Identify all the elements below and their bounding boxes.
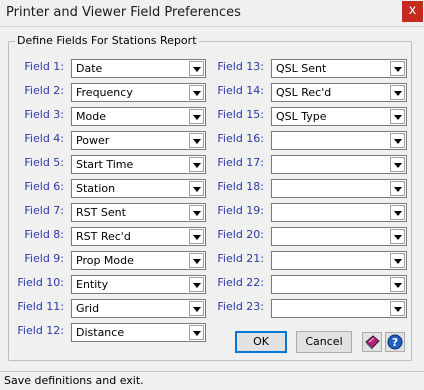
field-9-label: Field 9: <box>24 252 64 265</box>
chevron-down-icon[interactable] <box>189 109 204 124</box>
chevron-down-icon[interactable] <box>390 229 405 244</box>
field-5-label: Field 5: <box>24 156 64 169</box>
field-9-value: Prop Mode <box>76 254 134 267</box>
field-23-select[interactable] <box>271 299 407 318</box>
chevron-down-icon[interactable] <box>189 157 204 172</box>
chevron-down-icon[interactable] <box>390 61 405 76</box>
groupbox-title: Define Fields For Stations Report <box>15 34 199 47</box>
chevron-down-icon[interactable] <box>390 301 405 316</box>
field-18-select[interactable] <box>271 179 407 198</box>
chevron-down-icon[interactable] <box>390 133 405 148</box>
field-12-select[interactable]: Distance <box>71 323 206 342</box>
chevron-down-icon[interactable] <box>390 109 405 124</box>
chevron-down-icon[interactable] <box>390 205 405 220</box>
field-13-label: Field 13: <box>217 60 264 73</box>
field-21-select[interactable] <box>271 251 407 270</box>
field-9-select[interactable]: Prop Mode <box>71 251 206 270</box>
field-2-select[interactable]: Frequency <box>71 83 206 102</box>
field-22-select[interactable] <box>271 275 407 294</box>
field-18-label: Field 18: <box>217 180 264 193</box>
field-10-select[interactable]: Entity <box>71 275 206 294</box>
field-3-value: Mode <box>76 110 106 123</box>
chevron-down-icon[interactable] <box>189 85 204 100</box>
field-10-value: Entity <box>76 278 109 291</box>
field-1-label: Field 1: <box>24 60 64 73</box>
chevron-down-icon[interactable] <box>189 205 204 220</box>
chevron-down-icon[interactable] <box>189 301 204 316</box>
status-text: Save definitions and exit. <box>4 374 144 387</box>
field-17-label: Field 17: <box>217 156 264 169</box>
field-11-label: Field 11: <box>17 300 64 313</box>
field-16-select[interactable] <box>271 131 407 150</box>
close-button[interactable]: x <box>402 1 423 22</box>
field-15-label: Field 15: <box>217 108 264 121</box>
field-7-label: Field 7: <box>24 204 64 217</box>
field-13-value: QSL Sent <box>276 62 327 75</box>
field-1-value: Date <box>76 62 103 75</box>
preferences-window: Printer and Viewer Field Preferences x D… <box>0 0 424 389</box>
field-5-value: Start Time <box>76 158 134 171</box>
field-23-label: Field 23: <box>217 300 264 313</box>
chevron-down-icon[interactable] <box>189 61 204 76</box>
field-20-select[interactable] <box>271 227 407 246</box>
chevron-down-icon[interactable] <box>189 277 204 292</box>
field-4-select[interactable]: Power <box>71 131 206 150</box>
field-11-select[interactable]: Grid <box>71 299 206 318</box>
field-7-value: RST Sent <box>76 206 126 219</box>
chevron-down-icon[interactable] <box>390 181 405 196</box>
chevron-down-icon[interactable] <box>390 85 405 100</box>
chevron-down-icon[interactable] <box>189 181 204 196</box>
field-14-select[interactable]: QSL Rec'd <box>271 83 407 102</box>
field-13-select[interactable]: QSL Sent <box>271 59 407 78</box>
field-15-value: QSL Type <box>276 110 327 123</box>
chevron-down-icon[interactable] <box>390 157 405 172</box>
field-4-label: Field 4: <box>24 132 64 145</box>
field-11-value: Grid <box>76 302 100 315</box>
chevron-down-icon[interactable] <box>390 253 405 268</box>
title-bar: Printer and Viewer Field Preferences x <box>0 0 424 27</box>
field-19-select[interactable] <box>271 203 407 222</box>
field-2-value: Frequency <box>76 86 133 99</box>
field-3-label: Field 3: <box>24 108 64 121</box>
field-7-select[interactable]: RST Sent <box>71 203 206 222</box>
field-22-label: Field 22: <box>217 276 264 289</box>
field-10-label: Field 10: <box>17 276 64 289</box>
field-4-value: Power <box>76 134 110 147</box>
book-icon[interactable] <box>362 332 382 352</box>
field-2-label: Field 2: <box>24 84 64 97</box>
chevron-down-icon[interactable] <box>189 229 204 244</box>
field-8-label: Field 8: <box>24 228 64 241</box>
field-1-select[interactable]: Date <box>71 59 206 78</box>
chevron-down-icon[interactable] <box>189 133 204 148</box>
chevron-down-icon[interactable] <box>189 325 204 340</box>
svg-text:?: ? <box>392 336 398 349</box>
window-title: Printer and Viewer Field Preferences <box>6 5 241 20</box>
help-icon[interactable]: ? <box>385 332 405 352</box>
chevron-down-icon[interactable] <box>189 253 204 268</box>
field-16-label: Field 16: <box>217 132 264 145</box>
field-15-select[interactable]: QSL Type <box>271 107 407 126</box>
field-20-label: Field 20: <box>217 228 264 241</box>
field-14-label: Field 14: <box>217 84 264 97</box>
status-bar: Save definitions and exit. <box>0 371 424 390</box>
field-12-label: Field 12: <box>17 324 64 337</box>
field-3-select[interactable]: Mode <box>71 107 206 126</box>
field-21-label: Field 21: <box>217 252 264 265</box>
field-8-select[interactable]: RST Rec'd <box>71 227 206 246</box>
field-17-select[interactable] <box>271 155 407 174</box>
field-6-label: Field 6: <box>24 180 64 193</box>
field-6-select[interactable]: Station <box>71 179 206 198</box>
field-12-value: Distance <box>76 326 125 339</box>
ok-button[interactable]: OK <box>235 331 287 353</box>
field-6-value: Station <box>76 182 116 195</box>
field-19-label: Field 19: <box>217 204 264 217</box>
field-14-value: QSL Rec'd <box>276 86 332 99</box>
field-8-value: RST Rec'd <box>76 230 131 243</box>
field-5-select[interactable]: Start Time <box>71 155 206 174</box>
cancel-button[interactable]: Cancel <box>296 331 352 353</box>
chevron-down-icon[interactable] <box>390 277 405 292</box>
